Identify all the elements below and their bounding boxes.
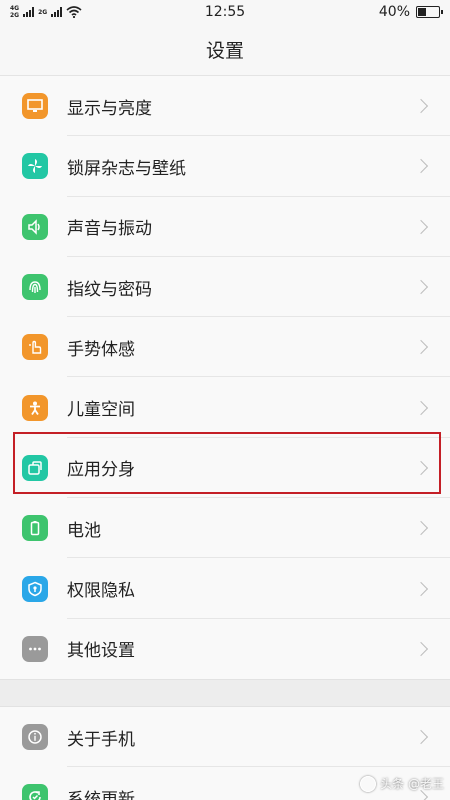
display-icon [22, 93, 48, 120]
settings-item-label: 锁屏杂志与壁纸 [67, 158, 186, 179]
more-icon [22, 635, 48, 662]
settings-item-label: 显示与亮度 [67, 98, 152, 119]
chevron-right-icon [413, 641, 429, 656]
battery-icon [416, 6, 443, 18]
battery-level [418, 8, 426, 16]
settings-item[interactable]: 其他设置 [0, 619, 450, 679]
settings-item[interactable]: 锁屏杂志与壁纸 [0, 136, 450, 197]
chevron-right-icon [413, 159, 429, 174]
update-icon [22, 784, 48, 800]
settings-item[interactable]: 指纹与密码 [0, 257, 450, 318]
settings-item-label: 手势体感 [67, 339, 135, 360]
settings-item[interactable]: 儿童空间 [0, 377, 450, 438]
settings-item[interactable]: 权限隐私 [0, 558, 450, 619]
chevron-right-icon [413, 581, 429, 596]
settings-item[interactable]: 声音与振动 [0, 197, 450, 257]
child-icon [22, 394, 48, 421]
settings-item-label: 声音与振动 [67, 219, 152, 240]
speaker-icon [22, 213, 48, 240]
chevron-right-icon [413, 521, 429, 536]
settings-item-label: 电池 [67, 520, 101, 541]
section-gap [0, 678, 450, 707]
shield-icon [22, 575, 48, 602]
status-bar: 4G 2G 2G 12:55 40% [0, 0, 450, 24]
watermark-logo-icon [360, 775, 377, 792]
settings-item-label: 关于手机 [67, 729, 135, 750]
chevron-right-icon [413, 99, 429, 114]
page-title: 设置 [0, 24, 450, 76]
info-icon [22, 724, 48, 751]
settings-item-label: 儿童空间 [67, 400, 135, 421]
chevron-right-icon [413, 219, 429, 234]
chevron-right-icon [413, 340, 429, 355]
settings-item-label: 权限隐私 [67, 581, 135, 602]
watermark: 头条 @老王 [360, 775, 444, 792]
highlight-box [13, 432, 441, 494]
pinwheel-icon [22, 153, 48, 180]
battery-icon [22, 515, 48, 542]
settings-item[interactable]: 电池 [0, 498, 450, 559]
chevron-right-icon [413, 400, 429, 415]
settings-item[interactable]: 显示与亮度 [0, 76, 450, 137]
clock: 12:55 [204, 4, 246, 20]
settings-item[interactable]: 关于手机 [0, 707, 450, 768]
settings-item-label: 系统更新 [67, 789, 135, 800]
settings-item[interactable]: 手势体感 [0, 317, 450, 378]
chevron-right-icon [413, 279, 429, 295]
chevron-right-icon [413, 730, 429, 745]
fingerprint-icon [22, 274, 48, 301]
settings-item-label: 指纹与密码 [67, 279, 152, 300]
settings-item-label: 其他设置 [67, 641, 135, 662]
hand-gesture-icon [22, 334, 48, 361]
watermark-text: 头条 @老王 [380, 777, 444, 791]
